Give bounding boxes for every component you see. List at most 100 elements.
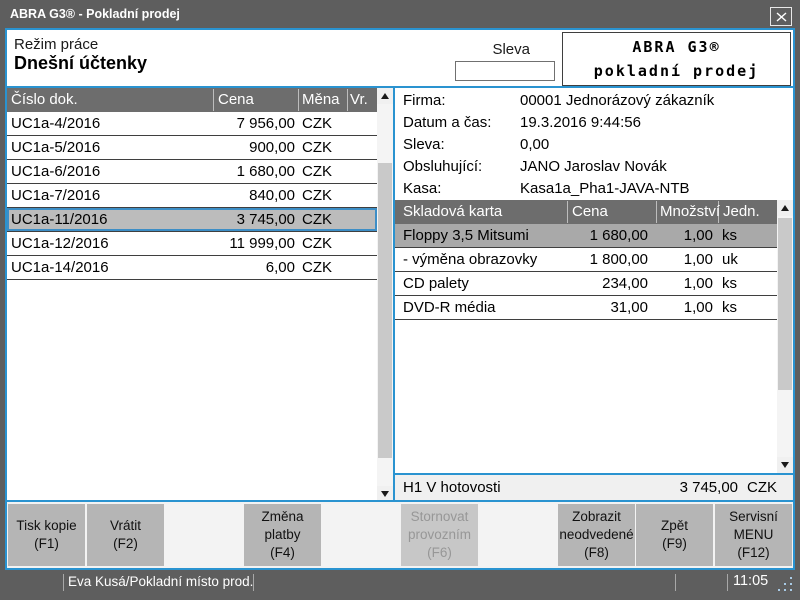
statusbar-separator	[727, 574, 728, 591]
column-separator	[656, 201, 657, 223]
item-quantity: 1,00	[684, 272, 713, 295]
return-button[interactable]: Vrátit (F2)	[87, 504, 164, 566]
column-header-quantity[interactable]: Množství	[660, 200, 720, 224]
brand-line2: pokladní prodej	[594, 59, 759, 83]
item-unit: ks	[722, 296, 737, 319]
items-list: Floppy 3,5 Mitsumi 1 680,00 1,00 ks - vý…	[395, 224, 777, 320]
cancel-operational-button: Stornovat provozním (F6)	[401, 504, 478, 566]
info-label: Datum a čas:	[403, 112, 491, 134]
scroll-down-button[interactable]	[777, 457, 793, 473]
item-price: 234,00	[602, 272, 648, 295]
column-header-item-price[interactable]: Cena	[572, 200, 608, 224]
price: 840,00	[249, 184, 295, 207]
table-row[interactable]: UC1a-14/2016 6,00 CZK	[7, 256, 377, 280]
price: 900,00	[249, 136, 295, 159]
close-icon	[776, 12, 787, 22]
payment-method-label: H1 V hotovosti	[403, 475, 501, 500]
doc-number: UC1a-14/2016	[11, 256, 109, 279]
doc-number: UC1a-6/2016	[11, 160, 100, 183]
table-row[interactable]: UC1a-6/2016 1 680,00 CZK	[7, 160, 377, 184]
currency: CZK	[302, 232, 332, 255]
info-row: Firma: 00001 Jednorázový zákazník	[395, 90, 785, 112]
statusbar-separator	[675, 574, 676, 591]
item-unit: uk	[722, 248, 738, 271]
button-label: Stornovat provozním	[401, 508, 478, 544]
total-currency: CZK	[747, 475, 777, 500]
items-scrollbar[interactable]	[777, 200, 793, 473]
column-separator	[347, 89, 348, 111]
scroll-up-button[interactable]	[377, 88, 393, 104]
arrow-down-icon	[381, 491, 389, 497]
scrollbar-thumb[interactable]	[778, 218, 792, 390]
doc-number: UC1a-11/2016	[11, 208, 107, 231]
table-row[interactable]: UC1a-4/2016 7 956,00 CZK	[7, 112, 377, 136]
column-header-doc[interactable]: Číslo dok.	[11, 88, 78, 112]
info-row: Kasa: Kasa1a_Pha1-JAVA-NTB	[395, 178, 785, 200]
receipts-list: UC1a-4/2016 7 956,00 CZK UC1a-5/2016 900…	[7, 112, 377, 280]
column-header-item[interactable]: Skladová karta	[403, 200, 502, 224]
button-label: Zpět	[661, 517, 688, 535]
brand-box: ABRA G3® pokladní prodej	[562, 32, 791, 86]
resize-grip-icon[interactable]	[778, 577, 792, 591]
item-row[interactable]: - výměna obrazovky 1 800,00 1,00 uk	[395, 248, 777, 272]
table-row-selected[interactable]: UC1a-11/2016 3 745,00 CZK	[7, 208, 377, 232]
arrow-up-icon	[381, 93, 389, 99]
info-label: Firma:	[403, 90, 446, 112]
scroll-up-button[interactable]	[777, 200, 793, 216]
doc-number: UC1a-4/2016	[11, 112, 100, 135]
table-row[interactable]: UC1a-7/2016 840,00 CZK	[7, 184, 377, 208]
table-row[interactable]: UC1a-5/2016 900,00 CZK	[7, 136, 377, 160]
item-quantity: 1,00	[684, 248, 713, 271]
total-amount: 3 745,00	[680, 475, 738, 500]
button-key: (F2)	[113, 535, 138, 553]
button-key: (F1)	[34, 535, 59, 553]
item-name: DVD-R média	[403, 296, 496, 319]
doc-number: UC1a-12/2016	[11, 232, 109, 255]
statusbar-separator	[253, 574, 254, 591]
column-separator	[298, 89, 299, 111]
item-row-selected[interactable]: Floppy 3,5 Mitsumi 1 680,00 1,00 ks	[395, 224, 777, 248]
info-label: Kasa:	[403, 178, 441, 200]
items-header: Skladová karta Cena Množství Jedn.	[395, 200, 777, 224]
receipts-scrollbar[interactable]	[377, 88, 393, 502]
work-mode-label: Režim práce	[14, 36, 98, 53]
info-row: Obsluhující: JANO Jaroslav Novák	[395, 156, 785, 178]
currency: CZK	[302, 208, 332, 231]
info-row: Sleva: 0,00	[395, 134, 785, 156]
show-unsubmitted-button[interactable]: Zobrazit neodvedené (F8)	[558, 504, 635, 566]
back-button[interactable]: Zpět (F9)	[636, 504, 713, 566]
currency: CZK	[302, 256, 332, 279]
item-unit: ks	[722, 272, 737, 295]
button-label: Tisk kopie	[16, 517, 76, 535]
function-button-bar: Tisk kopie (F1) Vrátit (F2) Změna platby…	[7, 502, 793, 568]
currency: CZK	[302, 160, 332, 183]
table-row[interactable]: UC1a-12/2016 11 999,00 CZK	[7, 232, 377, 256]
info-value: 19.3.2016 9:44:56	[520, 112, 641, 134]
discount-input[interactable]	[455, 61, 555, 81]
item-row[interactable]: CD palety 234,00 1,00 ks	[395, 272, 777, 296]
app-window: ABRA G3® - Pokladní prodej Režim práce D…	[0, 0, 800, 600]
button-key: (F4)	[270, 544, 295, 562]
button-label: Zobrazit neodvedené	[558, 508, 635, 544]
column-header-vr[interactable]: Vr.	[350, 88, 368, 112]
price: 3 745,00	[237, 208, 295, 231]
change-payment-button[interactable]: Změna platby (F4)	[244, 504, 321, 566]
close-button[interactable]	[770, 7, 792, 26]
work-mode-value: Dnešní účtenky	[14, 53, 147, 74]
service-menu-button[interactable]: Servisní MENU (F12)	[715, 504, 792, 566]
item-row[interactable]: DVD-R média 31,00 1,00 ks	[395, 296, 777, 320]
info-value: Kasa1a_Pha1-JAVA-NTB	[520, 178, 690, 200]
column-header-currency[interactable]: Měna	[302, 88, 340, 112]
receipt-info: Firma: 00001 Jednorázový zákazník Datum …	[395, 90, 785, 200]
item-quantity: 1,00	[684, 296, 713, 319]
column-header-price[interactable]: Cena	[218, 88, 254, 112]
item-price: 31,00	[610, 296, 648, 319]
column-header-unit[interactable]: Jedn.	[723, 200, 760, 224]
button-key: (F12)	[737, 544, 769, 562]
statusbar-separator	[63, 574, 64, 591]
scrollbar-thumb[interactable]	[378, 163, 392, 458]
info-row: Datum a čas: 19.3.2016 9:44:56	[395, 112, 785, 134]
price: 6,00	[266, 256, 295, 279]
item-name: Floppy 3,5 Mitsumi	[403, 224, 529, 247]
print-copy-button[interactable]: Tisk kopie (F1)	[8, 504, 85, 566]
